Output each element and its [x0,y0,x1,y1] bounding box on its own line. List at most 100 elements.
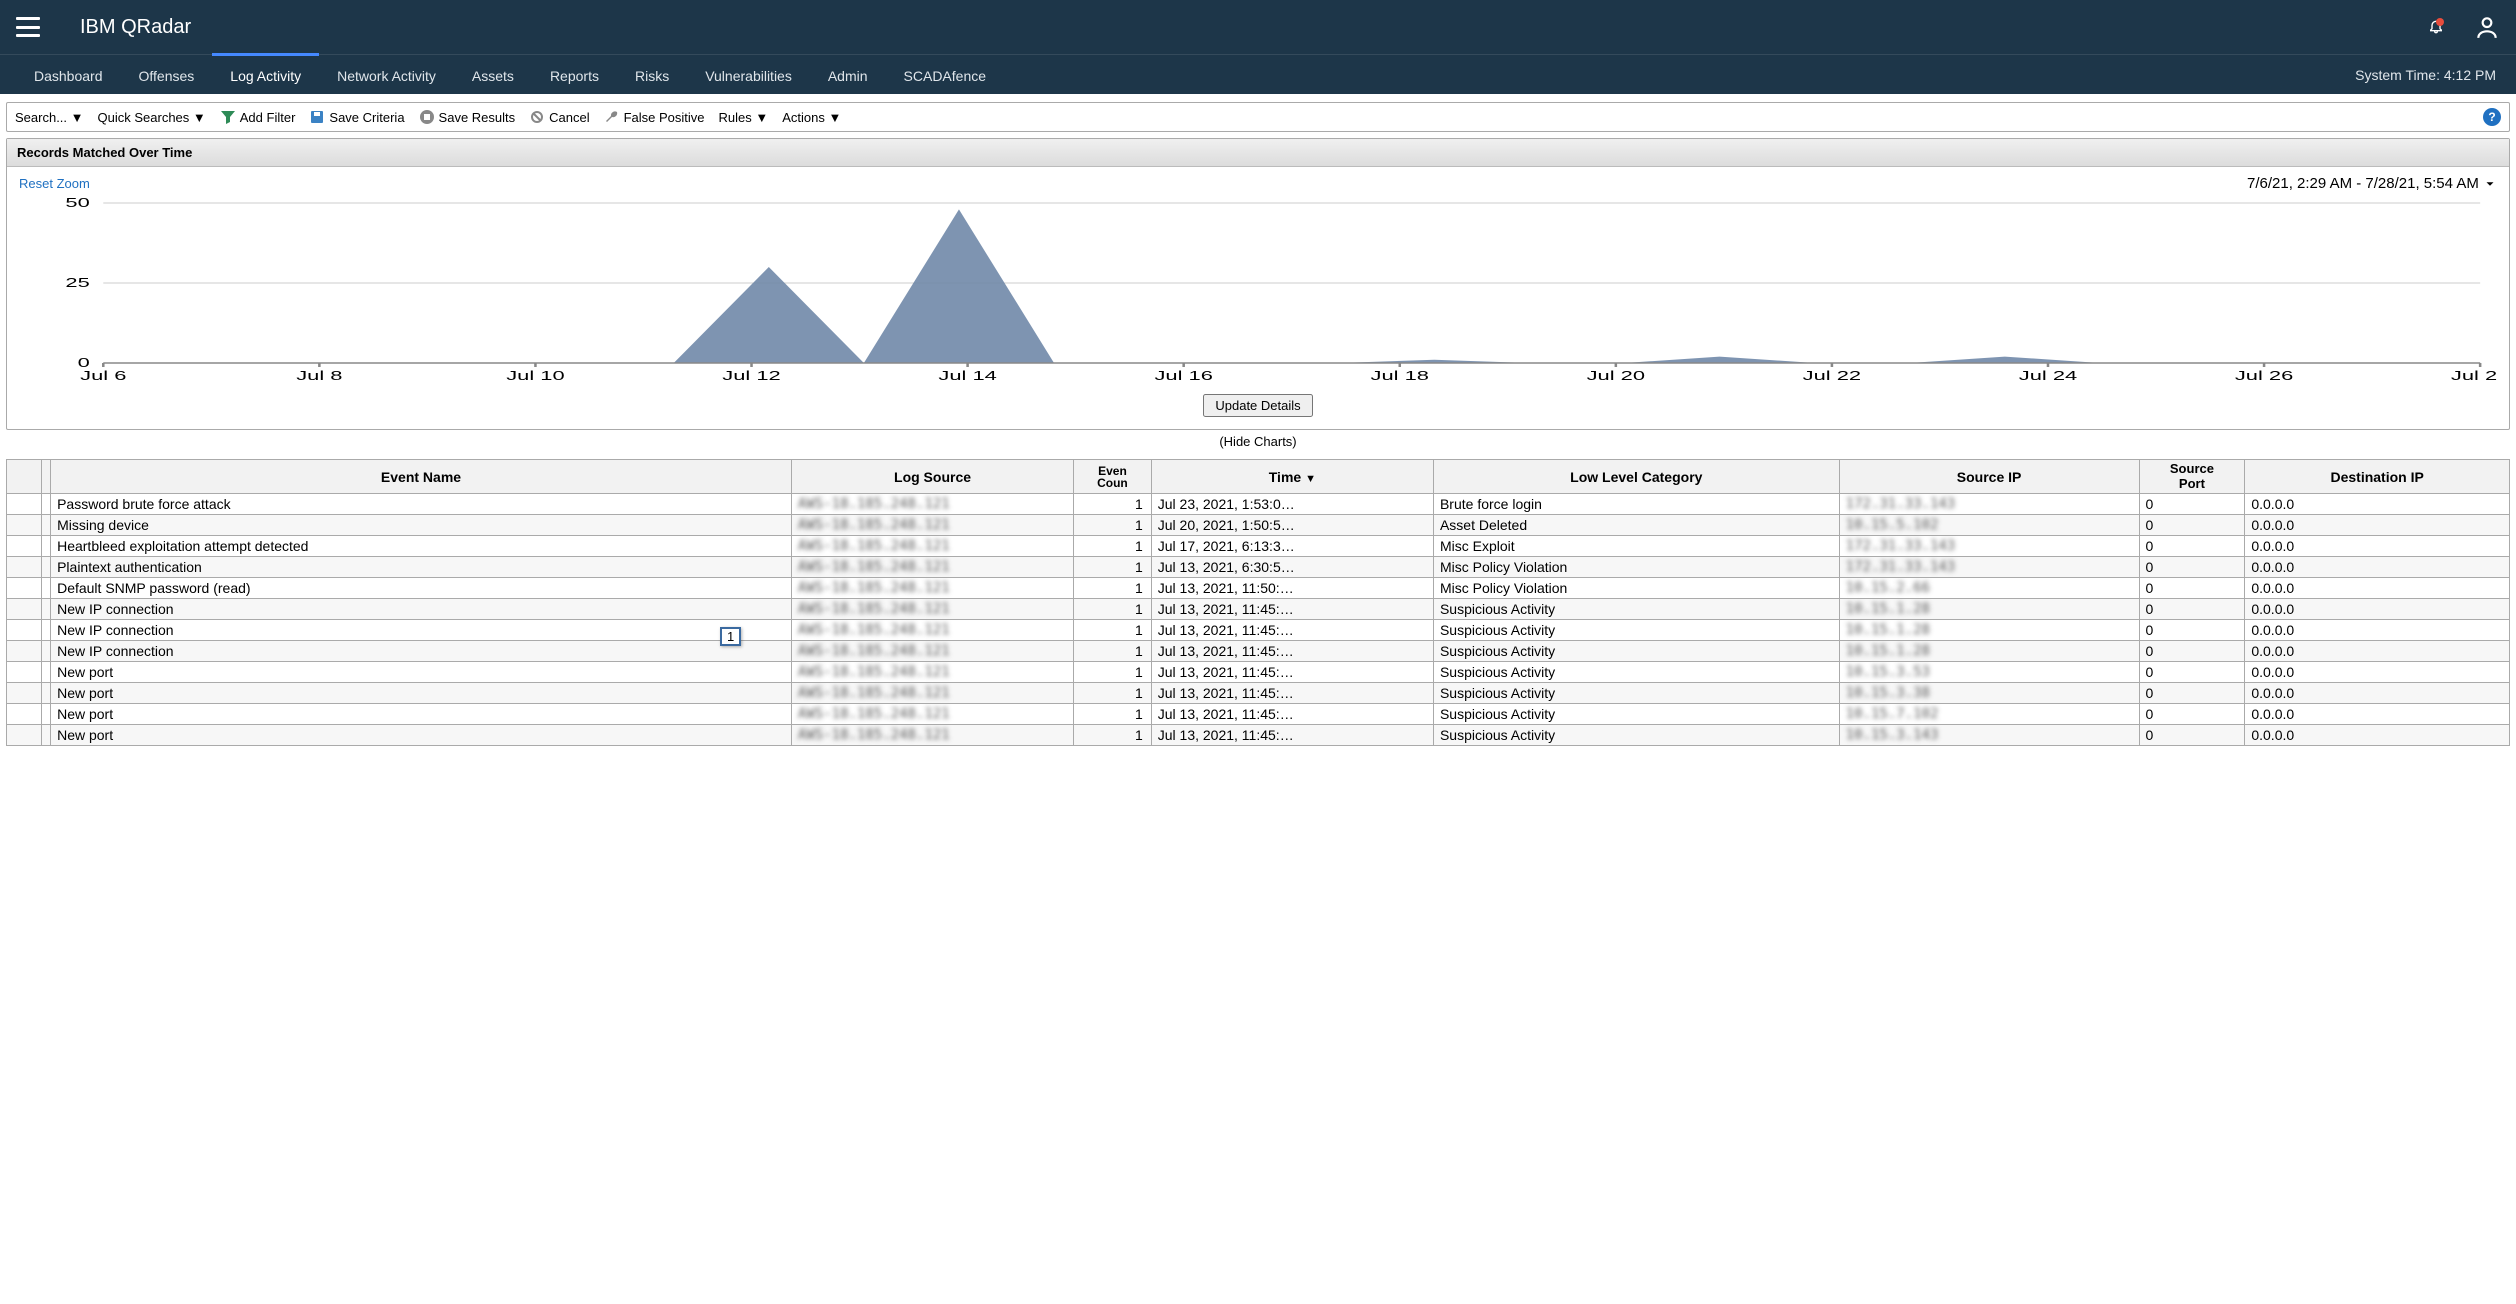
cell-source-ip: 172.31.33.143 [1839,536,2139,557]
rules-dropdown[interactable]: Rules ▼ [719,110,769,125]
table-row[interactable]: New portAWS-18.185.248.1211Jul 13, 2021,… [7,683,2510,704]
cancel-button[interactable]: Cancel [529,109,589,125]
cell-destination-ip: 0.0.0.0 [2245,515,2510,536]
cell-destination-ip: 0.0.0.0 [2245,641,2510,662]
add-filter-button[interactable]: Add Filter [220,109,296,125]
cell-event-name: New IP connection [51,620,792,641]
cell-event-count: 1 [1074,662,1152,683]
date-range[interactable]: 7/6/21, 2:29 AM - 7/28/21, 5:54 AM [2247,175,2497,192]
nav-network-activity[interactable]: Network Activity [319,53,454,96]
table-row[interactable]: Heartbleed exploitation attempt detected… [7,536,2510,557]
system-time: System Time: 4:12 PM [2355,67,2500,83]
col-time[interactable]: Time ▼ [1151,460,1433,494]
col-spacer [42,460,51,494]
table-row[interactable]: New portAWS-18.185.248.1211Jul 13, 2021,… [7,725,2510,746]
nav-log-activity[interactable]: Log Activity [212,53,319,96]
cell-category: Suspicious Activity [1433,683,1839,704]
col-log-source[interactable]: Log Source [791,460,1073,494]
cell-source-ip: 10.15.2.66 [1839,578,2139,599]
save-criteria-label: Save Criteria [329,110,404,125]
cell-event-count: 1 [1074,578,1152,599]
col-source-port[interactable]: SourcePort [2139,460,2245,494]
nav-offenses[interactable]: Offenses [121,53,213,96]
table-row[interactable]: New portAWS-18.185.248.1211Jul 13, 2021,… [7,704,2510,725]
quick-searches-dropdown[interactable]: Quick Searches ▼ [98,110,206,125]
nav-dashboard[interactable]: Dashboard [16,53,121,96]
false-positive-button[interactable]: False Positive [604,109,705,125]
table-row[interactable]: Password brute force attackAWS-18.185.24… [7,494,2510,515]
cell-category: Misc Policy Violation [1433,578,1839,599]
cell-category: Misc Exploit [1433,536,1839,557]
col-selector[interactable] [7,460,42,494]
nav-assets[interactable]: Assets [454,53,532,96]
cell-event-name: New IP connection [51,641,792,662]
cell-source-ip: 172.31.33.143 [1839,494,2139,515]
nav-reports[interactable]: Reports [532,53,617,96]
help-icon[interactable]: ? [2483,108,2501,126]
cell-log-source: AWS-18.185.248.121 [791,494,1073,515]
cell-category: Asset Deleted [1433,515,1839,536]
hide-charts-link[interactable]: (Hide Charts) [1219,434,1296,449]
save-criteria-button[interactable]: Save Criteria [309,109,404,125]
cell-time: Jul 13, 2021, 11:45:… [1151,683,1433,704]
col-source-ip[interactable]: Source IP [1839,460,2139,494]
table-row[interactable]: New IP connectionAWS-18.185.248.1211Jul … [7,620,2510,641]
cell-time: Jul 17, 2021, 6:13:3… [1151,536,1433,557]
cell-event-count: 1 [1074,599,1152,620]
hamburger-icon[interactable] [16,17,40,37]
nav-admin[interactable]: Admin [810,53,886,96]
table-row[interactable]: New IP connectionAWS-18.185.248.1211Jul … [7,641,2510,662]
nav-risks[interactable]: Risks [617,53,687,96]
cell-source-port: 0 [2139,578,2245,599]
cell-time: Jul 20, 2021, 1:50:5… [1151,515,1433,536]
table-row[interactable]: Plaintext authenticationAWS-18.185.248.1… [7,557,2510,578]
col-low-level-category[interactable]: Low Level Category [1433,460,1839,494]
table-row[interactable]: Missing deviceAWS-18.185.248.1211Jul 20,… [7,515,2510,536]
svg-text:Jul 26: Jul 26 [2235,368,2293,382]
nav-scadafence[interactable]: SCADAfence [886,53,1004,96]
update-details-button[interactable]: Update Details [1203,394,1312,417]
search-dropdown[interactable]: Search... ▼ [15,110,84,125]
cell-event-count: 1 [1074,557,1152,578]
svg-text:Jul 10: Jul 10 [506,368,564,382]
wrench-icon [604,109,620,125]
cell-event-name: Plaintext authentication [51,557,792,578]
timeline-chart[interactable]: 02550Jul 6Jul 8Jul 10Jul 12Jul 14Jul 16J… [19,198,2497,388]
cell-event-count: 1 [1074,515,1152,536]
reset-zoom-link[interactable]: Reset Zoom [19,176,90,191]
cell-event-count: 1 [1074,620,1152,641]
svg-text:25: 25 [65,275,89,289]
cell-source-port: 0 [2139,536,2245,557]
cell-log-source: AWS-18.185.248.121 [791,704,1073,725]
save-results-button[interactable]: Save Results [419,109,516,125]
table-row[interactable]: New portAWS-18.185.248.1211Jul 13, 2021,… [7,662,2510,683]
cell-destination-ip: 0.0.0.0 [2245,578,2510,599]
cell-event-count: 1 [1074,641,1152,662]
table-row[interactable]: New IP connectionAWS-18.185.248.1211Jul … [7,599,2510,620]
svg-text:Jul 8: Jul 8 [296,368,342,382]
col-event-name[interactable]: Event Name [51,460,792,494]
cell-event-count: 1 [1074,536,1152,557]
col-event-count[interactable]: EvenCoun [1074,460,1152,494]
cell-source-port: 0 [2139,704,2245,725]
cell-source-ip: 10.15.3.143 [1839,725,2139,746]
cell-time: Jul 13, 2021, 11:45:… [1151,704,1433,725]
profile-icon[interactable] [2474,14,2500,40]
chevron-down-icon [2483,177,2497,191]
cell-event-count: 1 [1074,683,1152,704]
notification-bell[interactable] [2428,18,2444,37]
actions-dropdown[interactable]: Actions ▼ [782,110,841,125]
cell-destination-ip: 0.0.0.0 [2245,683,2510,704]
svg-text:Jul 6: Jul 6 [80,368,126,382]
app-title: IBM QRadar [80,16,191,39]
nav-vulnerabilities[interactable]: Vulnerabilities [687,53,810,96]
table-row[interactable]: Default SNMP password (read)AWS-18.185.2… [7,578,2510,599]
cell-time: Jul 13, 2021, 11:45:… [1151,620,1433,641]
col-destination-ip[interactable]: Destination IP [2245,460,2510,494]
sort-desc-icon: ▼ [1305,473,1316,485]
cell-event-name: Password brute force attack [51,494,792,515]
svg-text:Jul 16: Jul 16 [1154,368,1212,382]
cell-event-count: 1 [1074,725,1152,746]
table-header-row: Event Name Log Source EvenCoun Time ▼ Lo… [7,460,2510,494]
svg-text:Jul 20: Jul 20 [1587,368,1645,382]
